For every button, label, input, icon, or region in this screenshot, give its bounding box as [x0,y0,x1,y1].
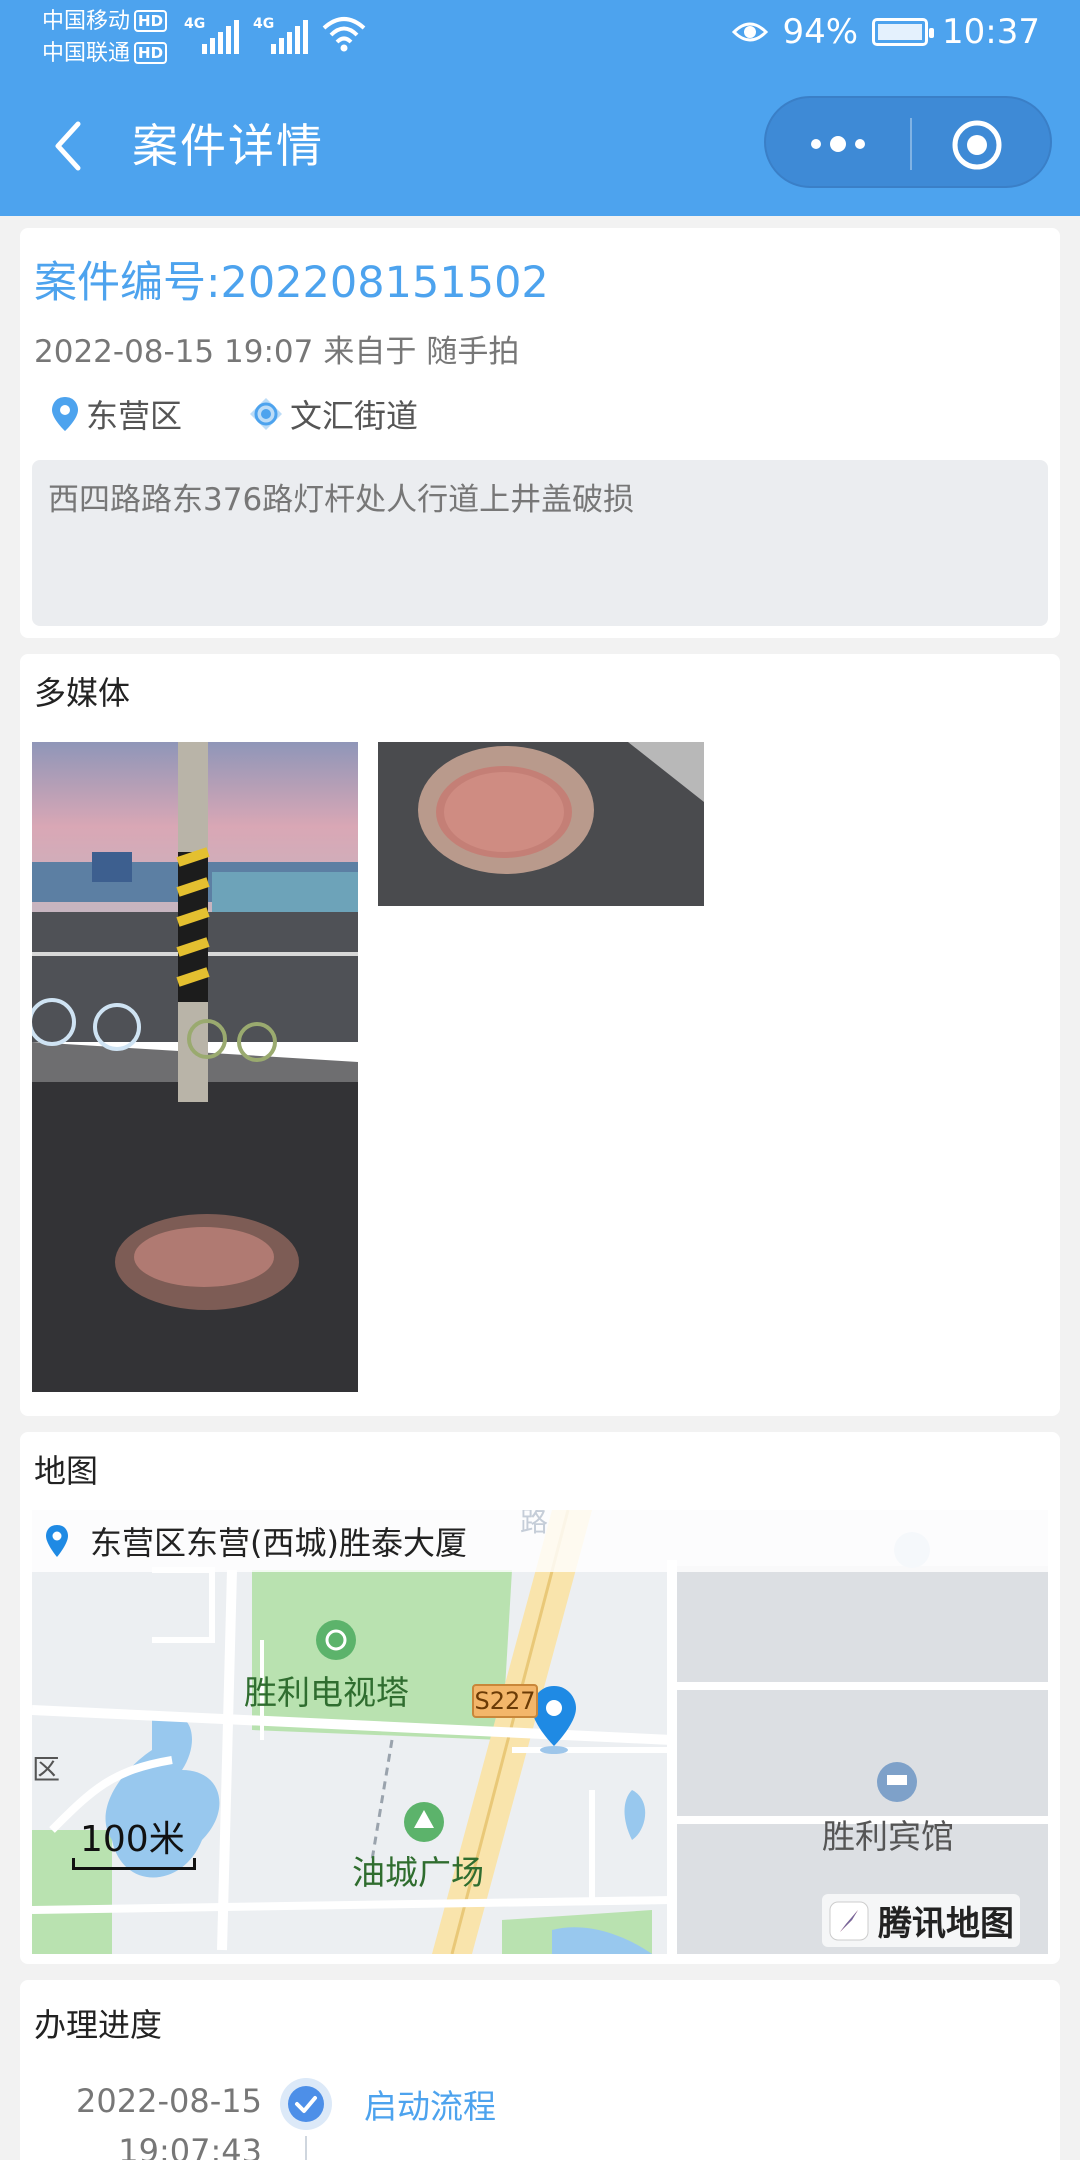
map-provider: 腾讯地图 [822,1894,1020,1947]
street-tag: 文汇街道 [248,391,418,437]
wifi-icon [322,17,366,52]
eye-comfort-icon [732,22,769,42]
target-circle-icon[interactable] [950,118,1004,172]
signal-icon: 4G [253,16,308,54]
map-scale-bar [72,1858,196,1870]
map-view[interactable]: 东营区东营(西城)胜泰大厦 路 胜利电视塔 油城广场 胜利宾馆 S227 区 1… [32,1510,1048,1954]
app-header: 中国移动 HD 中国联通 HD 4G 4G 94% 10:37 案件详情 [0,0,1080,216]
progress-card: 办理进度 2022-08-15 19:07:43 启动流程 [20,1980,1060,2160]
hd-badge: HD [134,10,168,32]
progress-title: 办理进度 [34,2006,163,2044]
map-address-bar: 东营区东营(西城)胜泰大厦 路 [32,1510,1048,1572]
compass-logo-icon [829,1901,869,1940]
carrier-2: 中国联通 [42,41,131,66]
photo-thumbnail[interactable] [378,742,704,906]
case-datetime: 2022-08-15 19:07 [34,334,314,370]
case-source: 随手拍 [426,334,520,370]
case-meta: 2022-08-15 19:07 来自于 随手拍 [34,326,529,371]
media-card: 多媒体 [20,654,1060,1416]
map-tiles [32,1510,1048,1954]
battery-icon [872,18,935,46]
timeline-date-time: 19:07:43 [118,2132,262,2160]
from-label: 来自于 [323,334,417,370]
network-type: 4G [184,16,206,32]
poi-square: 油城广场 [352,1853,484,1892]
check-circle-icon [280,2078,332,2130]
edge-label: 区 [32,1753,61,1786]
map-address: 东营区东营(西城)胜泰大厦 [90,1524,467,1562]
carrier-info: 中国移动 HD 中国联通 HD [42,6,168,70]
road-code-badge: S227 [472,1684,538,1718]
case-info-card: 案件编号:202208151502 2022-08-15 19:07 来自于 随手拍… [20,228,1060,638]
map-pin-icon [46,1525,68,1557]
hd-badge: HD [134,42,168,64]
location-row: 东营区 文汇街道 [50,391,484,437]
media-title: 多媒体 [34,674,131,712]
provider-name: 腾讯地图 [878,1904,1014,1944]
case-description: 西四路路东376路灯杆处人行道上井盖破损 [32,460,1048,626]
timeline-date-day: 2022-08-15 [76,2082,262,2120]
nav-bar: 案件详情 [0,96,1080,196]
map-title: 地图 [34,1452,99,1490]
district-label: 东营区 [86,397,183,435]
poi-tower: 胜利电视塔 [244,1673,409,1712]
map-scale-label: 100米 [80,1819,185,1860]
photo-thumbnail[interactable] [32,742,358,1392]
clock: 10:37 [942,12,1040,52]
signal-indicators: 4G 4G [184,14,366,54]
map-card: 地图 东营区东营(西城)胜泰大厦 路 胜利电视塔 油城广场 胜利宾馆 S227 … [20,1432,1060,1964]
timeline-date: 2022-08-15 19:07:43 [76,2076,262,2160]
case-number: 案件编号:202208151502 [34,258,549,308]
location-target-icon [250,398,283,430]
poi-hotel: 胜利宾馆 [822,1817,954,1856]
page-title: 案件详情 [132,119,324,173]
map-pin-icon [52,397,78,431]
network-type: 4G [253,16,275,32]
carrier-1: 中国移动 [42,9,131,34]
timeline-line [305,2136,307,2160]
chevron-left-icon[interactable] [46,116,96,176]
street-label: 文汇街道 [290,397,419,435]
district-tag: 东营区 [50,391,182,437]
status-bar: 中国移动 HD 中国联通 HD 4G 4G 94% 10:37 [0,0,1080,80]
status-right: 94% 10:37 [732,12,1040,52]
battery-percent: 94% [782,12,859,52]
mini-program-capsule [764,96,1052,188]
signal-icon: 4G [184,16,239,54]
timeline-step-label[interactable]: 启动流程 [364,2080,496,2128]
road-label: 路 [520,1510,549,1538]
more-dots-icon[interactable] [806,130,870,158]
